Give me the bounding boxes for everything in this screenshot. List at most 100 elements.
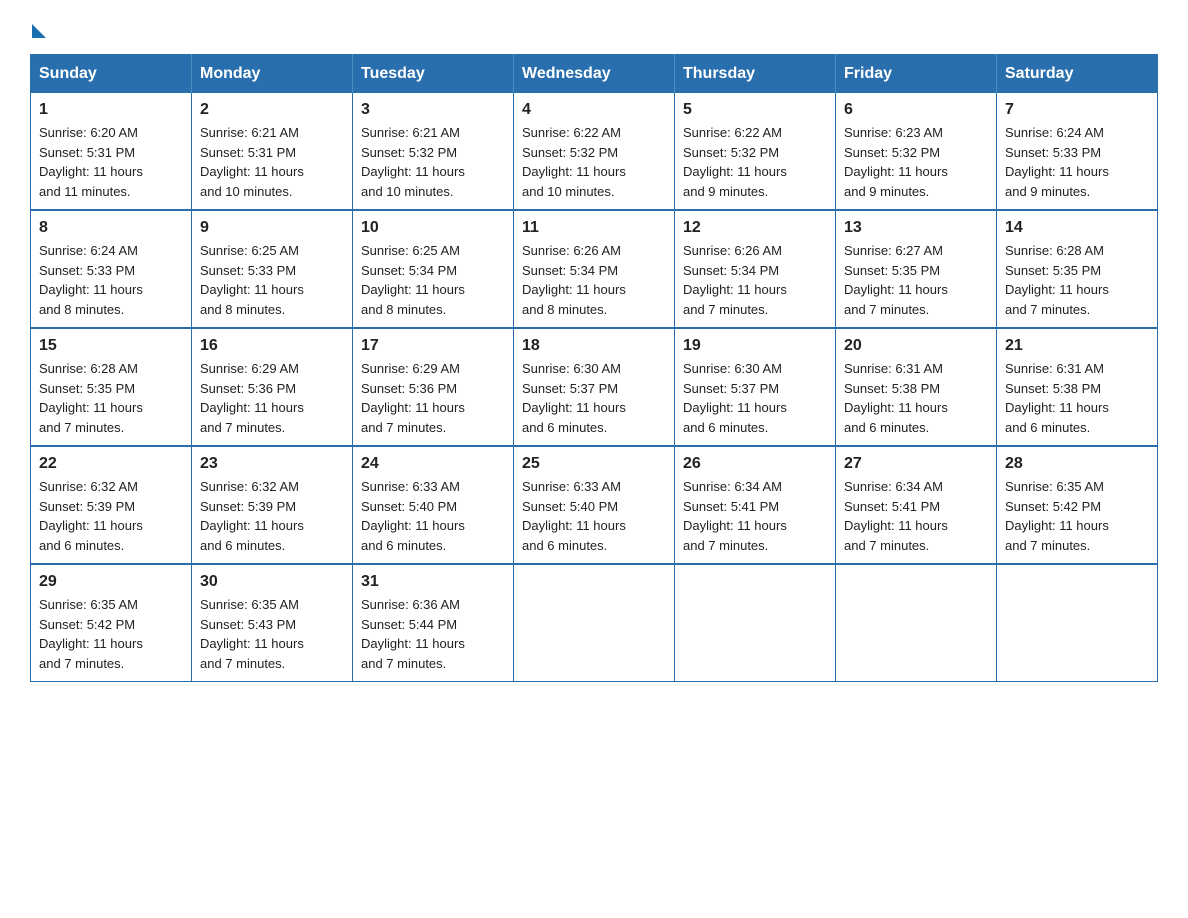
sunset-label: Sunset: <box>1005 381 1053 396</box>
day-info: Sunrise: 6:29 AM Sunset: 5:36 PM Dayligh… <box>361 359 505 437</box>
day-number: 2 <box>200 101 344 119</box>
sunset-time: 5:33 PM <box>87 263 135 278</box>
sunrise-time: 6:29 AM <box>251 361 299 376</box>
day-number: 1 <box>39 101 183 119</box>
sunset-label: Sunset: <box>39 617 87 632</box>
sunset-time: 5:38 PM <box>1053 381 1101 396</box>
sunset-label: Sunset: <box>200 499 248 514</box>
calendar-cell: 28 Sunrise: 6:35 AM Sunset: 5:42 PM Dayl… <box>997 446 1158 564</box>
sunset-time: 5:37 PM <box>731 381 779 396</box>
day-info: Sunrise: 6:30 AM Sunset: 5:37 PM Dayligh… <box>522 359 666 437</box>
day-info: Sunrise: 6:21 AM Sunset: 5:32 PM Dayligh… <box>361 123 505 201</box>
sunrise-label: Sunrise: <box>1005 479 1056 494</box>
sunrise-label: Sunrise: <box>844 125 895 140</box>
sunrise-label: Sunrise: <box>200 125 251 140</box>
sunrise-label: Sunrise: <box>522 479 573 494</box>
sunset-time: 5:39 PM <box>87 499 135 514</box>
day-info: Sunrise: 6:35 AM Sunset: 5:42 PM Dayligh… <box>39 595 183 673</box>
day-header-monday: Monday <box>192 55 353 94</box>
daylight-label: Daylight: 11 hours and 7 minutes. <box>844 518 948 553</box>
calendar-cell: 23 Sunrise: 6:32 AM Sunset: 5:39 PM Dayl… <box>192 446 353 564</box>
sunset-time: 5:35 PM <box>1053 263 1101 278</box>
sunset-label: Sunset: <box>844 381 892 396</box>
sunset-label: Sunset: <box>522 263 570 278</box>
day-number: 3 <box>361 101 505 119</box>
day-header-sunday: Sunday <box>31 55 192 94</box>
day-info: Sunrise: 6:20 AM Sunset: 5:31 PM Dayligh… <box>39 123 183 201</box>
daylight-label: Daylight: 11 hours and 8 minutes. <box>522 282 626 317</box>
calendar-cell: 8 Sunrise: 6:24 AM Sunset: 5:33 PM Dayli… <box>31 210 192 328</box>
sunrise-label: Sunrise: <box>39 125 90 140</box>
calendar-cell <box>675 564 836 682</box>
day-info: Sunrise: 6:27 AM Sunset: 5:35 PM Dayligh… <box>844 241 988 319</box>
sunset-label: Sunset: <box>39 145 87 160</box>
day-number: 25 <box>522 455 666 473</box>
calendar-cell: 19 Sunrise: 6:30 AM Sunset: 5:37 PM Dayl… <box>675 328 836 446</box>
sunrise-time: 6:21 AM <box>251 125 299 140</box>
day-number: 23 <box>200 455 344 473</box>
day-header-wednesday: Wednesday <box>514 55 675 94</box>
day-info: Sunrise: 6:28 AM Sunset: 5:35 PM Dayligh… <box>1005 241 1149 319</box>
calendar-cell: 25 Sunrise: 6:33 AM Sunset: 5:40 PM Dayl… <box>514 446 675 564</box>
calendar-cell: 18 Sunrise: 6:30 AM Sunset: 5:37 PM Dayl… <box>514 328 675 446</box>
day-header-tuesday: Tuesday <box>353 55 514 94</box>
sunrise-time: 6:30 AM <box>734 361 782 376</box>
day-info: Sunrise: 6:22 AM Sunset: 5:32 PM Dayligh… <box>683 123 827 201</box>
daylight-label: Daylight: 11 hours and 7 minutes. <box>683 518 787 553</box>
sunrise-label: Sunrise: <box>200 597 251 612</box>
sunrise-time: 6:21 AM <box>412 125 460 140</box>
day-info: Sunrise: 6:33 AM Sunset: 5:40 PM Dayligh… <box>361 477 505 555</box>
calendar-cell: 6 Sunrise: 6:23 AM Sunset: 5:32 PM Dayli… <box>836 93 997 210</box>
day-number: 8 <box>39 219 183 237</box>
sunset-label: Sunset: <box>1005 145 1053 160</box>
calendar-cell: 13 Sunrise: 6:27 AM Sunset: 5:35 PM Dayl… <box>836 210 997 328</box>
day-info: Sunrise: 6:33 AM Sunset: 5:40 PM Dayligh… <box>522 477 666 555</box>
day-number: 4 <box>522 101 666 119</box>
day-info: Sunrise: 6:26 AM Sunset: 5:34 PM Dayligh… <box>683 241 827 319</box>
sunset-time: 5:38 PM <box>892 381 940 396</box>
day-info: Sunrise: 6:23 AM Sunset: 5:32 PM Dayligh… <box>844 123 988 201</box>
sunrise-time: 6:24 AM <box>90 243 138 258</box>
sunset-label: Sunset: <box>1005 499 1053 514</box>
day-number: 7 <box>1005 101 1149 119</box>
day-number: 26 <box>683 455 827 473</box>
week-row-2: 8 Sunrise: 6:24 AM Sunset: 5:33 PM Dayli… <box>31 210 1158 328</box>
sunrise-time: 6:31 AM <box>1056 361 1104 376</box>
sunrise-label: Sunrise: <box>361 479 412 494</box>
daylight-label: Daylight: 11 hours and 10 minutes. <box>522 164 626 199</box>
sunrise-label: Sunrise: <box>39 243 90 258</box>
sunset-time: 5:41 PM <box>731 499 779 514</box>
sunrise-time: 6:28 AM <box>90 361 138 376</box>
calendar-cell: 15 Sunrise: 6:28 AM Sunset: 5:35 PM Dayl… <box>31 328 192 446</box>
sunset-time: 5:35 PM <box>87 381 135 396</box>
sunrise-label: Sunrise: <box>683 243 734 258</box>
sunrise-label: Sunrise: <box>39 479 90 494</box>
sunset-label: Sunset: <box>844 145 892 160</box>
sunset-time: 5:44 PM <box>409 617 457 632</box>
sunset-time: 5:33 PM <box>248 263 296 278</box>
calendar-cell: 20 Sunrise: 6:31 AM Sunset: 5:38 PM Dayl… <box>836 328 997 446</box>
sunrise-label: Sunrise: <box>361 597 412 612</box>
sunset-time: 5:36 PM <box>248 381 296 396</box>
day-number: 17 <box>361 337 505 355</box>
sunrise-time: 6:35 AM <box>1056 479 1104 494</box>
sunrise-label: Sunrise: <box>844 243 895 258</box>
daylight-label: Daylight: 11 hours and 7 minutes. <box>1005 518 1109 553</box>
calendar-cell: 31 Sunrise: 6:36 AM Sunset: 5:44 PM Dayl… <box>353 564 514 682</box>
daylight-label: Daylight: 11 hours and 6 minutes. <box>844 400 948 435</box>
sunset-label: Sunset: <box>200 263 248 278</box>
sunset-time: 5:32 PM <box>570 145 618 160</box>
day-info: Sunrise: 6:34 AM Sunset: 5:41 PM Dayligh… <box>844 477 988 555</box>
sunset-time: 5:34 PM <box>409 263 457 278</box>
sunrise-label: Sunrise: <box>39 361 90 376</box>
calendar-cell: 10 Sunrise: 6:25 AM Sunset: 5:34 PM Dayl… <box>353 210 514 328</box>
sunset-time: 5:43 PM <box>248 617 296 632</box>
daylight-label: Daylight: 11 hours and 9 minutes. <box>683 164 787 199</box>
sunrise-label: Sunrise: <box>39 597 90 612</box>
sunrise-label: Sunrise: <box>1005 243 1056 258</box>
day-header-saturday: Saturday <box>997 55 1158 94</box>
sunrise-time: 6:25 AM <box>251 243 299 258</box>
calendar-cell: 30 Sunrise: 6:35 AM Sunset: 5:43 PM Dayl… <box>192 564 353 682</box>
calendar-cell: 3 Sunrise: 6:21 AM Sunset: 5:32 PM Dayli… <box>353 93 514 210</box>
day-info: Sunrise: 6:31 AM Sunset: 5:38 PM Dayligh… <box>1005 359 1149 437</box>
